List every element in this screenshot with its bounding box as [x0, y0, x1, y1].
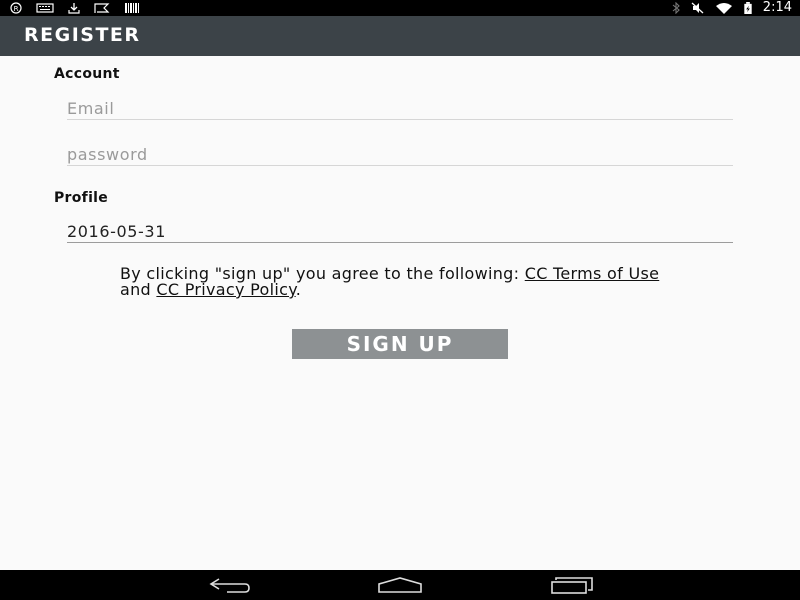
email-field[interactable]: [67, 97, 733, 120]
birthdate-field[interactable]: [67, 221, 733, 243]
barcode-icon: [125, 3, 139, 13]
home-icon: [378, 577, 422, 593]
birthdate-input[interactable]: [67, 221, 733, 242]
download-icon: [68, 3, 80, 14]
back-icon: [209, 578, 250, 593]
keyboard-icon: [36, 3, 54, 13]
recent-apps-icon: [551, 577, 593, 594]
page-title: REGISTER: [24, 24, 141, 46]
notification-icons: R: [10, 2, 140, 14]
registered-icon: R: [10, 2, 22, 14]
account-section-label: Account: [54, 66, 120, 82]
wifi-icon: [715, 3, 732, 14]
navigation-bar: [0, 570, 800, 600]
privacy-policy-link[interactable]: CC Privacy Policy: [156, 280, 295, 299]
terms-text: By clicking "sign up" you agree to the f…: [120, 266, 680, 298]
flag-icon: [94, 3, 110, 13]
profile-section-label: Profile: [54, 190, 109, 206]
back-button[interactable]: [205, 574, 255, 596]
mute-icon: [691, 2, 704, 14]
app-bar: REGISTER: [0, 16, 800, 56]
terms-middle: and: [120, 280, 157, 299]
password-input[interactable]: [67, 143, 733, 165]
svg-text:R: R: [14, 5, 19, 13]
password-field[interactable]: [67, 143, 733, 166]
email-input[interactable]: [67, 97, 733, 119]
status-clock: 2:14: [762, 0, 792, 15]
bluetooth-icon: [672, 2, 680, 14]
recent-apps-button[interactable]: [547, 574, 597, 596]
system-icons: 2:14: [671, 0, 792, 16]
battery-icon: [744, 2, 752, 14]
terms-suffix: .: [295, 280, 302, 299]
terms-of-use-link[interactable]: CC Terms of Use: [525, 264, 660, 283]
home-button[interactable]: [375, 574, 425, 596]
status-bar: R 2:14: [0, 0, 800, 16]
sign-up-button[interactable]: SIGN UP: [292, 329, 508, 359]
